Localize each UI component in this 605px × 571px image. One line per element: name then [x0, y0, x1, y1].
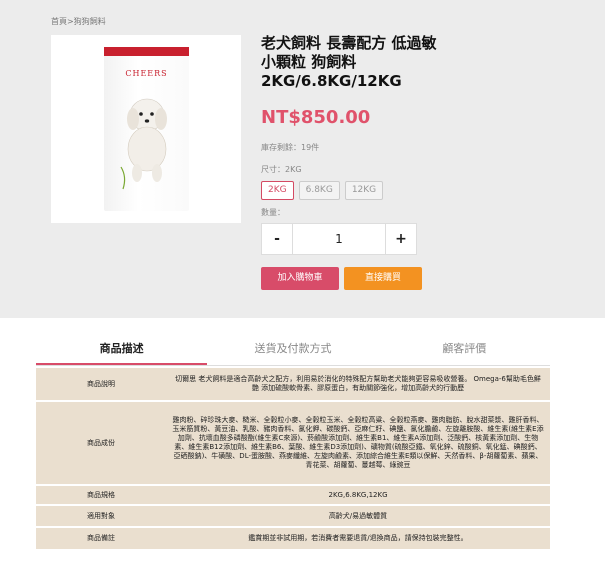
spec-value: 雞肉粉、碎珍珠大麥、糙米、全穀粒小麥、全穀粒玉米、全穀粒高粱、全穀粒燕麥、雞肉脂… — [166, 400, 550, 485]
table-row: 商品規格 2KG,6.8KG,12KG — [36, 484, 550, 505]
quantity-stepper: - 1 + — [261, 223, 417, 255]
dog-food-bag: CHEERS — [104, 47, 189, 211]
spec-value: 2KG,6.8KG,12KG — [166, 484, 550, 505]
spec-value: 高齡犬/易過敏體質 — [166, 504, 550, 527]
quantity-decrease-button[interactable]: - — [262, 224, 292, 254]
table-row: 適用對象 高齡犬/易過敏體質 — [36, 504, 550, 527]
tab-shipping-payment[interactable]: 送貨及付款方式 — [207, 338, 378, 365]
spec-value: 鑑賞期並非試用期，若消費者需要退貨/退換商品，請保持包裝完整性。 — [166, 526, 550, 549]
spec-key: 適用對象 — [36, 504, 166, 527]
quantity-increase-button[interactable]: + — [386, 224, 416, 254]
add-to-cart-button[interactable]: 加入購物車 — [261, 267, 339, 290]
size-label: 尺寸：2KG — [261, 165, 302, 174]
spec-key: 商品規格 — [36, 484, 166, 505]
bag-red-band — [104, 47, 189, 56]
product-price: NT$850.00 — [261, 107, 371, 128]
size-options: 2KG 6.8KG 12KG — [261, 181, 384, 200]
table-row: 商品說明 切爾思 老犬飼料是適合高齡犬之配方，利用易於消化的特殊配方幫助老犬能夠… — [36, 366, 550, 401]
breadcrumb[interactable]: 首頁>狗狗飼料 — [51, 16, 106, 27]
product-title: 老犬飼料 長壽配方 低過敏 小顆粒 狗飼料 2KG/6.8KG/12KG — [261, 34, 437, 90]
stock-remaining: 庫存剩餘：19件 — [261, 143, 320, 152]
product-details-section: 商品描述 送貨及付款方式 顧客評價 商品說明 切爾思 老犬飼料是適合高齡犬之配方… — [0, 318, 605, 571]
tab-description[interactable]: 商品描述 — [36, 338, 208, 365]
table-row: 商品成份 雞肉粉、碎珍珠大麥、糙米、全穀粒小麥、全穀粒玉米、全穀粒高粱、全穀粒燕… — [36, 400, 550, 485]
table-row: 商品備註 鑑賞期並非試用期，若消費者需要退貨/退換商品，請保持包裝完整性。 — [36, 526, 550, 549]
detail-tabs: 商品描述 送貨及付款方式 顧客評價 — [36, 338, 550, 366]
spec-key: 商品說明 — [36, 366, 166, 401]
product-image[interactable]: CHEERS — [51, 35, 241, 223]
product-section: 首頁>狗狗飼料 CHEERS 老犬飼料 長壽配方 低過敏 小顆粒 狗飼料 2KG… — [0, 0, 605, 318]
size-option-12kg[interactable]: 12KG — [344, 181, 384, 200]
buy-now-button[interactable]: 直接購買 — [344, 267, 422, 290]
spec-key: 商品備註 — [36, 526, 166, 549]
spec-table: 商品說明 切爾思 老犬飼料是適合高齡犬之配方，利用易於消化的特殊配方幫助老犬能夠… — [36, 366, 550, 549]
size-option-2kg[interactable]: 2KG — [261, 181, 294, 200]
quantity-label: 數量： — [261, 208, 285, 217]
tab-reviews[interactable]: 顧客評價 — [379, 338, 550, 365]
spec-key: 商品成份 — [36, 400, 166, 485]
bag-brand-logo: CHEERS — [125, 69, 168, 78]
size-option-6-8kg[interactable]: 6.8KG — [298, 181, 340, 200]
quantity-input[interactable]: 1 — [292, 224, 386, 254]
spec-value: 切爾思 老犬飼料是適合高齡犬之配方，利用易於消化的特殊配方幫助老犬能夠更容易吸收… — [166, 366, 550, 401]
dog-illustration — [120, 98, 167, 190]
